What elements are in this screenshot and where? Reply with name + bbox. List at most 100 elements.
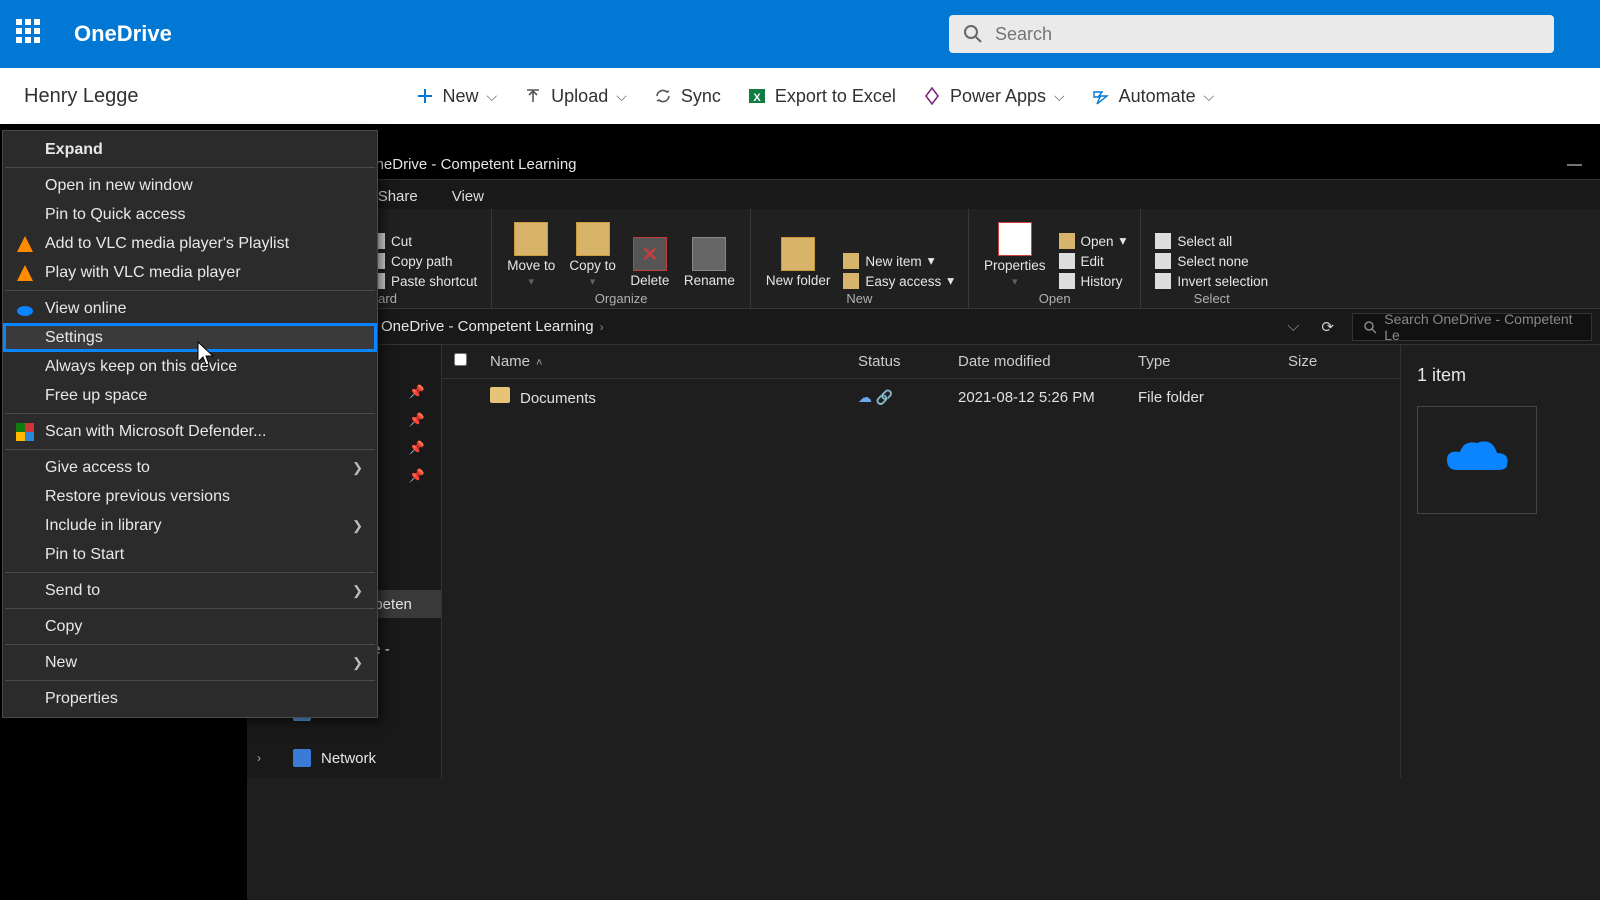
group-select: Select all Select none Invert selection … bbox=[1141, 209, 1282, 308]
file-type: File folder bbox=[1138, 389, 1288, 406]
nav-network[interactable]: ›Network bbox=[247, 744, 441, 772]
edit-icon bbox=[1059, 253, 1075, 269]
sync-label: Sync bbox=[681, 86, 721, 107]
copy-path-button[interactable]: Copy path bbox=[369, 253, 477, 269]
rename-button[interactable]: Rename bbox=[679, 234, 740, 291]
explorer-titlebar: | OneDrive - Competent Learning — bbox=[247, 150, 1600, 180]
file-name: Documents bbox=[520, 390, 596, 407]
minimize-button[interactable]: — bbox=[1549, 156, 1600, 173]
ctx-properties[interactable]: Properties bbox=[3, 684, 377, 713]
ctx-defender-scan[interactable]: Scan with Microsoft Defender... bbox=[3, 417, 377, 446]
ctx-pin-quick-access[interactable]: Pin to Quick access bbox=[3, 200, 377, 229]
tab-share[interactable]: Share bbox=[378, 188, 418, 209]
group-open: Properties▾ Open ▾ Edit History Open bbox=[969, 209, 1141, 308]
ctx-give-access[interactable]: Give access to❯ bbox=[3, 453, 377, 482]
new-button[interactable]: New⌵ bbox=[415, 86, 498, 107]
mouse-cursor-icon bbox=[195, 340, 217, 374]
sync-icon bbox=[653, 86, 673, 106]
ctx-vlc-playlist[interactable]: Add to VLC media player's Playlist bbox=[3, 229, 377, 258]
ctx-open-new-window[interactable]: Open in new window bbox=[3, 171, 377, 200]
col-date[interactable]: Date modified bbox=[958, 353, 1138, 370]
automate-button[interactable]: Automate⌵ bbox=[1091, 86, 1215, 107]
ctx-include-library[interactable]: Include in library❯ bbox=[3, 511, 377, 540]
app-launcher-icon[interactable] bbox=[16, 19, 46, 49]
cut-button[interactable]: Cut bbox=[369, 233, 477, 249]
col-size[interactable]: Size bbox=[1288, 353, 1388, 370]
select-all-button[interactable]: Select all bbox=[1155, 233, 1268, 249]
power-apps-button[interactable]: Power Apps⌵ bbox=[922, 86, 1065, 107]
ctx-new[interactable]: New❯ bbox=[3, 648, 377, 677]
new-folder-button[interactable]: New folder bbox=[761, 234, 836, 291]
new-item-button[interactable]: New item ▾ bbox=[843, 253, 954, 269]
group-organize-label: Organize bbox=[595, 291, 648, 306]
web-topbar: OneDrive bbox=[0, 0, 1600, 68]
file-row[interactable]: Documents ☁ 🔗 2021-08-12 5:26 PM File fo… bbox=[442, 379, 1400, 415]
select-all-checkbox[interactable] bbox=[454, 353, 467, 366]
paste-shortcut-button[interactable]: Paste shortcut bbox=[369, 273, 477, 289]
upload-label: Upload bbox=[551, 86, 608, 107]
search-input[interactable] bbox=[995, 24, 1540, 45]
edit-button[interactable]: Edit bbox=[1059, 253, 1127, 269]
group-new: New folder New item ▾ Easy access ▾ New bbox=[751, 209, 969, 308]
ctx-view-online[interactable]: View online bbox=[3, 294, 377, 323]
powerapps-label: Power Apps bbox=[950, 86, 1046, 107]
col-type[interactable]: Type bbox=[1138, 353, 1288, 370]
defender-icon bbox=[16, 423, 34, 441]
select-none-button[interactable]: Select none bbox=[1155, 253, 1268, 269]
open-button[interactable]: Open ▾ bbox=[1059, 233, 1127, 249]
group-new-label: New bbox=[846, 291, 872, 306]
plus-icon bbox=[415, 86, 435, 106]
ctx-send-to[interactable]: Send to❯ bbox=[3, 576, 377, 605]
ctx-free-up-space[interactable]: Free up space bbox=[3, 381, 377, 410]
move-to-button[interactable]: Move to▾ bbox=[502, 219, 560, 291]
file-date: 2021-08-12 5:26 PM bbox=[958, 389, 1138, 406]
history-button[interactable]: History bbox=[1059, 273, 1127, 289]
ctx-restore-versions[interactable]: Restore previous versions bbox=[3, 482, 377, 511]
svg-text:X: X bbox=[753, 92, 761, 104]
upload-button[interactable]: Upload⌵ bbox=[523, 86, 627, 107]
sync-button[interactable]: Sync bbox=[653, 86, 721, 107]
folder-icon bbox=[490, 387, 510, 403]
selectnone-icon bbox=[1155, 253, 1171, 269]
cloud-icon bbox=[16, 300, 34, 318]
col-status[interactable]: Status bbox=[858, 353, 958, 370]
refresh-button[interactable]: ⟳ bbox=[1313, 318, 1342, 336]
search-box[interactable] bbox=[949, 15, 1554, 53]
breadcrumb-current[interactable]: OneDrive - Competent Learning › bbox=[381, 318, 604, 335]
ctx-settings[interactable]: Settings bbox=[3, 323, 377, 352]
file-list: Name˄ Status Date modified Type Size Doc… bbox=[442, 345, 1400, 778]
owner-name: Henry Legge bbox=[24, 85, 139, 108]
ctx-expand[interactable]: Expand bbox=[3, 135, 377, 164]
column-headers: Name˄ Status Date modified Type Size bbox=[442, 345, 1400, 379]
vlc-icon bbox=[17, 265, 33, 281]
search-placeholder: Search OneDrive - Competent Le bbox=[1384, 313, 1581, 341]
ribbon-tabs: ne Share View bbox=[247, 180, 1600, 209]
web-command-bar: Henry Legge New⌵ Upload⌵ Sync X Export t… bbox=[0, 68, 1600, 124]
new-label: New bbox=[443, 86, 479, 107]
ctx-vlc-play[interactable]: Play with VLC media player bbox=[3, 258, 377, 287]
path-dropdown[interactable]: ⌵ bbox=[1283, 318, 1303, 336]
group-open-label: Open bbox=[1039, 291, 1071, 306]
search-icon bbox=[1363, 320, 1376, 334]
selectall-icon bbox=[1155, 233, 1171, 249]
easy-access-button[interactable]: Easy access ▾ bbox=[843, 273, 954, 289]
col-name[interactable]: Name˄ bbox=[490, 353, 858, 370]
explorer-search[interactable]: Search OneDrive - Competent Le bbox=[1352, 313, 1592, 341]
newitem-icon bbox=[843, 253, 859, 269]
delete-button[interactable]: Delete bbox=[625, 234, 675, 291]
tab-view[interactable]: View bbox=[452, 188, 484, 209]
search-icon bbox=[963, 24, 983, 44]
copy-to-button[interactable]: Copy to▾ bbox=[564, 219, 621, 291]
properties-button[interactable]: Properties▾ bbox=[979, 219, 1051, 291]
vlc-icon bbox=[17, 236, 33, 252]
invert-selection-button[interactable]: Invert selection bbox=[1155, 273, 1268, 289]
ctx-pin-start[interactable]: Pin to Start bbox=[3, 540, 377, 569]
ctx-always-keep[interactable]: Always keep on this device bbox=[3, 352, 377, 381]
address-bar: ← → ↑ › OneDrive - Competent Learning › … bbox=[247, 309, 1600, 345]
window-title: OneDrive - Competent Learning bbox=[364, 156, 577, 173]
export-label: Export to Excel bbox=[775, 86, 896, 107]
file-explorer-window: | OneDrive - Competent Learning — ne Sha… bbox=[247, 150, 1600, 900]
ctx-copy[interactable]: Copy bbox=[3, 612, 377, 641]
easyaccess-icon bbox=[843, 273, 859, 289]
export-excel-button[interactable]: X Export to Excel bbox=[747, 86, 896, 107]
